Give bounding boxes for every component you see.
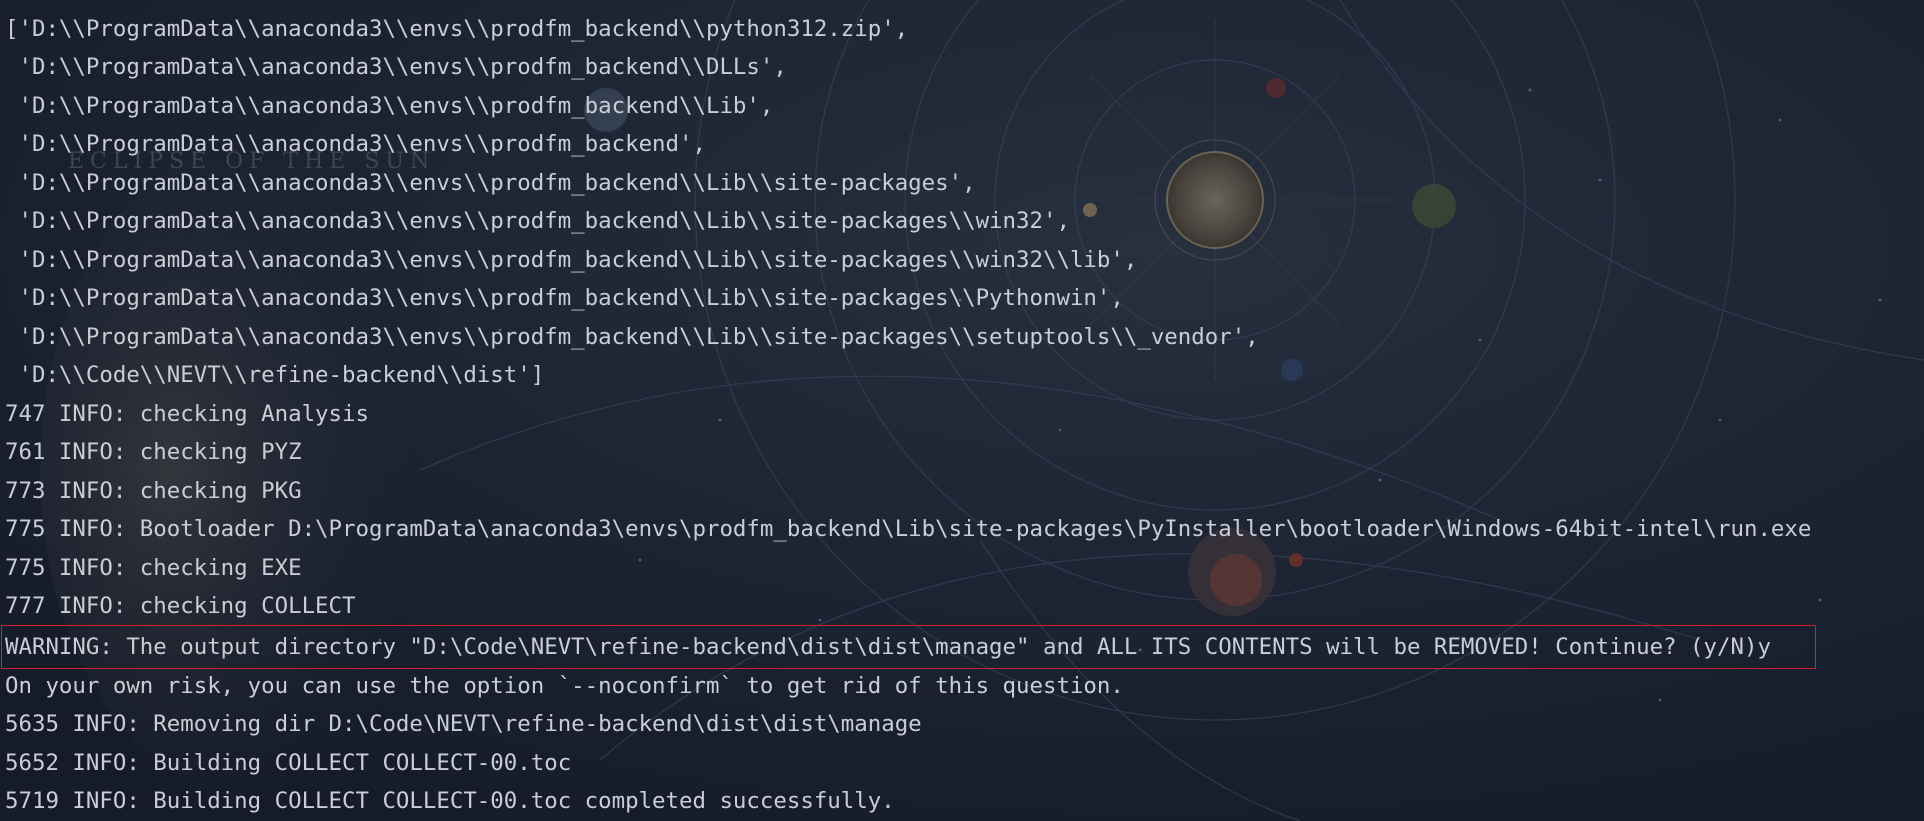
terminal-output[interactable]: ['D:\\ProgramData\\anaconda3\\envs\\prod…: [0, 0, 1924, 821]
terminal-line: 5635 INFO: Removing dir D:\Code\NEVT\ref…: [5, 711, 922, 737]
terminal-line: 'D:\\ProgramData\\anaconda3\\envs\\prodf…: [5, 285, 1124, 311]
terminal-line: 777 INFO: checking COLLECT: [5, 593, 356, 619]
warning-line: WARNING: The output directory "D:\Code\N…: [5, 634, 1771, 660]
terminal-line: 'D:\\ProgramData\\anaconda3\\envs\\prodf…: [5, 208, 1070, 234]
terminal-line: 'D:\\ProgramData\\anaconda3\\envs\\prodf…: [5, 93, 774, 119]
terminal-line: 5652 INFO: Building COLLECT COLLECT-00.t…: [5, 750, 572, 776]
terminal-line: 'D:\\Code\\NEVT\\refine-backend\\dist']: [5, 362, 545, 388]
terminal-line: 'D:\\ProgramData\\anaconda3\\envs\\prodf…: [5, 54, 787, 80]
terminal-line: 'D:\\ProgramData\\anaconda3\\envs\\prodf…: [5, 247, 1138, 273]
terminal-line: 'D:\\ProgramData\\anaconda3\\envs\\prodf…: [5, 170, 976, 196]
terminal-line: 775 INFO: Bootloader D:\ProgramData\anac…: [5, 516, 1812, 542]
terminal-line: 747 INFO: checking Analysis: [5, 401, 369, 427]
terminal-line: 773 INFO: checking PKG: [5, 478, 302, 504]
terminal-line: 761 INFO: checking PYZ: [5, 439, 302, 465]
terminal-line: ['D:\\ProgramData\\anaconda3\\envs\\prod…: [5, 16, 909, 42]
terminal-line: 'D:\\ProgramData\\anaconda3\\envs\\prodf…: [5, 131, 706, 157]
terminal-line: 775 INFO: checking EXE: [5, 555, 302, 581]
terminal-line: On your own risk, you can use the option…: [5, 673, 1124, 699]
terminal-line: 'D:\\ProgramData\\anaconda3\\envs\\prodf…: [5, 324, 1259, 350]
terminal-line: 5719 INFO: Building COLLECT COLLECT-00.t…: [5, 788, 895, 814]
